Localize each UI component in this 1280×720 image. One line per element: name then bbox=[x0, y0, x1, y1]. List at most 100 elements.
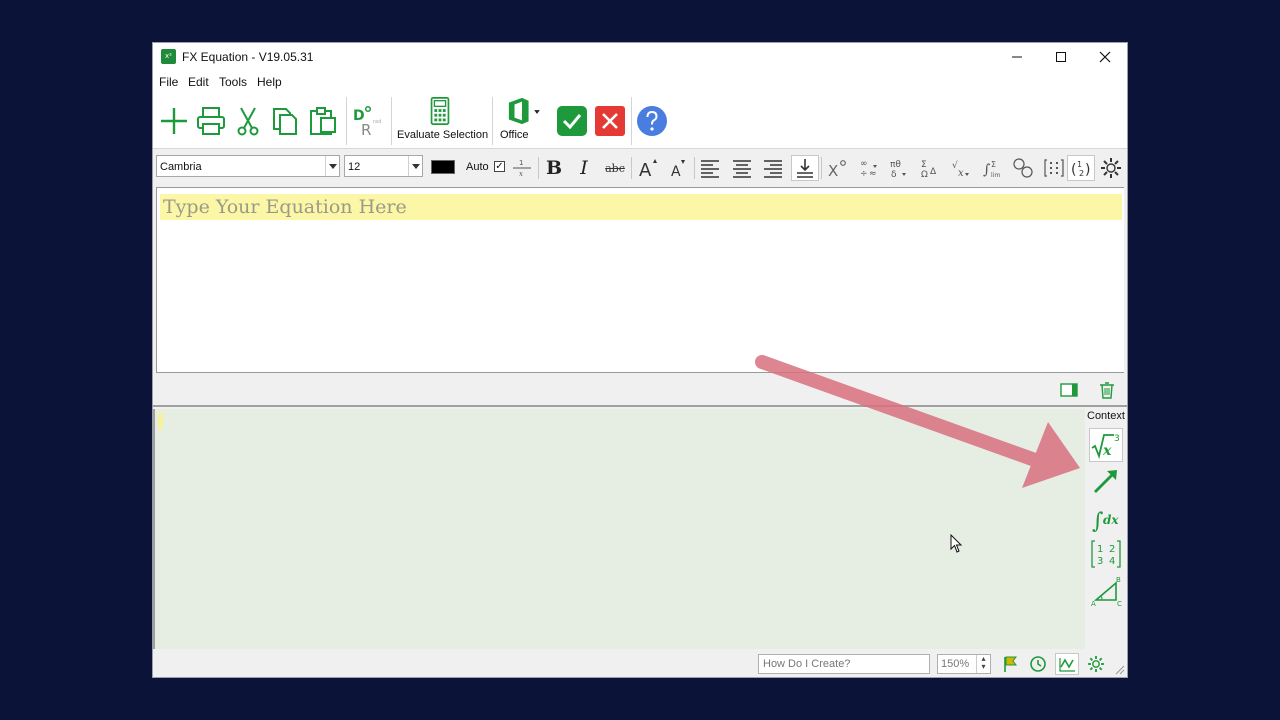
svg-text:dx: dx bbox=[1103, 513, 1119, 527]
how-do-i-create-input[interactable]: How Do I Create? bbox=[758, 654, 930, 674]
italic-icon: I bbox=[580, 157, 588, 179]
increase-font-button[interactable]: A bbox=[634, 155, 662, 181]
superscript-button[interactable]: X bbox=[823, 155, 851, 181]
matrix-button[interactable] bbox=[1040, 155, 1068, 181]
graph-wave-icon bbox=[1059, 658, 1075, 672]
strikethrough-button[interactable]: abc bbox=[601, 155, 629, 181]
svg-text:(: ( bbox=[1071, 162, 1076, 178]
graph-toolbar bbox=[153, 373, 1127, 407]
fraction-button[interactable]: 1x bbox=[508, 155, 536, 181]
close-button[interactable] bbox=[1083, 43, 1127, 71]
integral-icon: ∫ Σlim bbox=[983, 160, 1000, 179]
copy-icon bbox=[273, 108, 297, 135]
calculus-button[interactable]: ∫ Σlim bbox=[978, 155, 1006, 181]
svg-text:x: x bbox=[519, 170, 523, 178]
fx-equation-app-icon: x² bbox=[161, 49, 176, 64]
resize-grip-icon[interactable] bbox=[1115, 665, 1125, 675]
root-power-icon: x3 bbox=[1091, 434, 1120, 459]
svg-text:∞: ∞ bbox=[860, 159, 868, 169]
minimize-icon bbox=[1012, 56, 1022, 58]
settings-button[interactable] bbox=[1097, 155, 1125, 181]
align-left-button[interactable] bbox=[696, 155, 724, 181]
equation-editor[interactable]: Type Your Equation Here bbox=[156, 187, 1124, 373]
svg-text:Σ: Σ bbox=[921, 160, 927, 170]
font-size-select[interactable]: 12 bbox=[344, 155, 423, 177]
close-icon bbox=[1099, 51, 1111, 63]
help-button[interactable] bbox=[635, 93, 669, 149]
context-matrix-button[interactable]: 1234 bbox=[1089, 537, 1123, 571]
degrees-radians-button[interactable]: D Rrad bbox=[349, 93, 385, 149]
sigma-omega-icon: ΣΩ Δ bbox=[921, 160, 937, 179]
title-bar: x² FX Equation - V19.05.31 bbox=[153, 43, 1127, 71]
office-button[interactable]: Office bbox=[495, 93, 549, 149]
brackets-button[interactable]: (1 2) bbox=[1067, 155, 1095, 181]
context-graph-button[interactable] bbox=[1089, 464, 1123, 498]
new-button[interactable] bbox=[157, 93, 191, 149]
font-family-select[interactable]: Cambria bbox=[156, 155, 340, 177]
zoom-stepper[interactable]: 150% ▴ ▾ bbox=[937, 654, 991, 674]
paste-icon bbox=[310, 107, 336, 135]
menu-help[interactable]: Help bbox=[257, 75, 282, 89]
svg-text:X: X bbox=[828, 162, 838, 179]
accept-button[interactable] bbox=[555, 93, 589, 149]
operators-icon: ∞÷ ≈ bbox=[860, 159, 877, 179]
svg-text:): ) bbox=[1085, 162, 1090, 178]
svg-text:∫: ∫ bbox=[983, 162, 990, 178]
svg-text:B: B bbox=[1116, 576, 1121, 584]
svg-text:Ω: Ω bbox=[921, 170, 928, 179]
operators-button[interactable]: ∞ ÷ ≈ bbox=[854, 155, 882, 181]
italic-button[interactable]: I bbox=[570, 155, 598, 181]
toolbar-separator bbox=[694, 157, 695, 179]
menu-tools[interactable]: Tools bbox=[219, 75, 247, 89]
office-label: Office bbox=[500, 129, 529, 141]
menu-edit[interactable]: Edit bbox=[188, 75, 209, 89]
symbols-button[interactable]: ΣΩΔ bbox=[916, 155, 944, 181]
minimize-button[interactable] bbox=[995, 43, 1039, 71]
evaluate-selection-button[interactable]: Evaluate Selection bbox=[393, 93, 488, 149]
flag-button[interactable] bbox=[998, 653, 1022, 675]
history-button[interactable] bbox=[1026, 653, 1050, 675]
copy-button[interactable] bbox=[267, 93, 303, 149]
cut-button[interactable] bbox=[231, 93, 265, 149]
print-button[interactable] bbox=[193, 93, 229, 149]
matrix-icon bbox=[1044, 159, 1064, 177]
svg-text:A: A bbox=[1091, 600, 1096, 607]
auto-checkbox[interactable]: ✓ bbox=[494, 161, 505, 172]
units-button[interactable] bbox=[1009, 155, 1037, 181]
paste-button[interactable] bbox=[305, 93, 341, 149]
maximize-button[interactable] bbox=[1039, 43, 1083, 71]
font-color-swatch[interactable] bbox=[431, 160, 455, 174]
calculator-icon bbox=[430, 97, 450, 125]
context-geometry-button[interactable]: A B C bbox=[1089, 574, 1123, 608]
svg-text:x: x bbox=[1102, 443, 1112, 459]
graph-view-button[interactable] bbox=[1055, 653, 1079, 675]
align-center-icon bbox=[733, 160, 751, 178]
svg-text:A: A bbox=[671, 164, 681, 179]
menu-file[interactable]: File bbox=[159, 75, 178, 89]
bold-button[interactable]: B bbox=[540, 155, 568, 181]
toggle-panel-button[interactable] bbox=[1058, 379, 1080, 401]
how-do-i-create-placeholder: How Do I Create? bbox=[763, 658, 851, 670]
align-center-button[interactable] bbox=[728, 155, 756, 181]
decrease-font-button[interactable]: A bbox=[664, 155, 692, 181]
svg-text:3: 3 bbox=[1114, 434, 1120, 444]
greek-letters-button[interactable]: πθ δ bbox=[885, 155, 913, 181]
status-settings-button[interactable] bbox=[1084, 653, 1108, 675]
integral-dx-icon: ∫ dx bbox=[1092, 509, 1119, 534]
cancel-button[interactable] bbox=[593, 93, 627, 149]
svg-text:1: 1 bbox=[1097, 544, 1103, 555]
font-size-value: 12 bbox=[348, 161, 361, 173]
delete-button[interactable] bbox=[1096, 379, 1118, 401]
check-icon bbox=[557, 106, 587, 136]
equation-placeholder[interactable]: Type Your Equation Here bbox=[160, 194, 1122, 220]
functions-button[interactable]: √ x bbox=[947, 155, 975, 181]
context-algebra-button[interactable]: x3 bbox=[1089, 428, 1123, 462]
menu-bar: File Edit Tools Help bbox=[153, 71, 1127, 93]
plus-icon bbox=[161, 108, 187, 134]
align-bottom-button[interactable] bbox=[791, 155, 819, 181]
align-right-button[interactable] bbox=[759, 155, 787, 181]
spinner-icon[interactable]: ▴ ▾ bbox=[976, 655, 990, 673]
trash-icon bbox=[1100, 382, 1114, 399]
graph-canvas[interactable] bbox=[153, 409, 1085, 649]
context-calculus-button[interactable]: ∫ dx bbox=[1089, 501, 1123, 535]
